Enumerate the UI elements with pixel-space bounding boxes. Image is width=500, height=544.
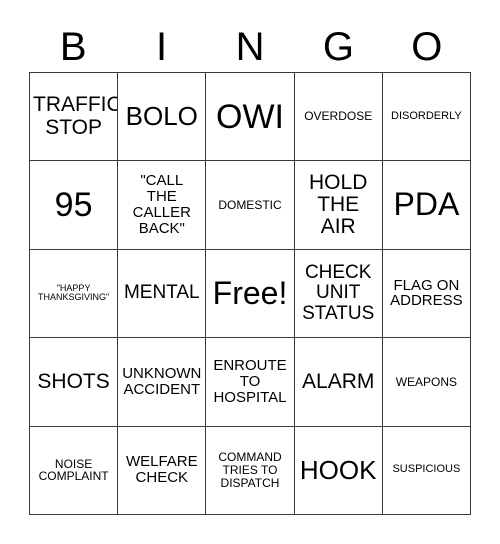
bingo-cell-g3[interactable]: CHECK UNIT STATUS — [294, 249, 383, 339]
bingo-cell-o5[interactable]: SUSPICIOUS — [382, 426, 471, 515]
bingo-card: B I N G O TRAFFIC STOP BOLO OWI OVERDOSE… — [0, 0, 500, 544]
bingo-cell-label: HOOK — [299, 454, 377, 485]
bingo-cell-n2[interactable]: DOMESTIC — [206, 161, 295, 250]
bingo-cell-b5[interactable]: NOISE COMPLAINT — [30, 426, 119, 515]
bingo-cell-b4[interactable]: SHOTS — [30, 338, 119, 427]
bingo-cell-label: OWI — [216, 97, 284, 136]
free-space-label: Free! — [212, 274, 288, 311]
bingo-cell-label: SHOTS — [37, 369, 110, 393]
bingo-cell-n1[interactable]: OWI — [206, 73, 295, 162]
bingo-cell-label: NOISE COMPLAINT — [38, 456, 109, 484]
bingo-cell-label: WEAPONS — [395, 374, 458, 389]
bingo-header: B I N G O — [29, 22, 471, 72]
bingo-cell-label: SUSPICIOUS — [392, 463, 461, 476]
bingo-cell-n5[interactable]: COMMAND TRIES TO DISPATCH — [206, 426, 295, 515]
bingo-cell-b2[interactable]: 95 — [30, 161, 119, 250]
bingo-cell-free-space[interactable]: Free! — [206, 249, 295, 339]
bingo-cell-label: UNKNOWN ACCIDENT — [122, 365, 202, 398]
bingo-cell-label: ALARM — [302, 369, 375, 393]
bingo-cell-g2[interactable]: HOLD THE AIR — [294, 161, 383, 250]
bingo-cell-o3[interactable]: FLAG ON ADDRESS — [382, 249, 471, 339]
bingo-cell-label: CHECK UNIT STATUS — [302, 262, 375, 324]
bingo-cell-label: PDA — [393, 186, 460, 223]
header-letter-i: I — [156, 25, 168, 69]
header-letter-g: G — [322, 25, 354, 69]
header-letter-o: O — [411, 25, 443, 69]
bingo-cell-o4[interactable]: WEAPONS — [382, 338, 471, 427]
bingo-cell-label: DOMESTIC — [218, 197, 282, 212]
bingo-cell-o2[interactable]: PDA — [382, 161, 471, 250]
bingo-cell-g5[interactable]: HOOK — [294, 426, 383, 515]
bingo-cell-label: TRAFFIC STOP — [33, 93, 119, 139]
bingo-cell-g1[interactable]: OVERDOSE — [294, 73, 383, 162]
header-letter-b: B — [59, 25, 87, 69]
bingo-cell-i1[interactable]: BOLO — [118, 73, 207, 162]
bingo-cell-label: MENTAL — [123, 282, 200, 304]
bingo-cell-label: OVERDOSE — [304, 109, 373, 124]
bingo-cell-label: HOLD THE AIR — [309, 170, 368, 239]
bingo-cell-i5[interactable]: WELFARE CHECK — [118, 426, 207, 515]
bingo-cell-i2[interactable]: "CALL THE CALLER BACK" — [118, 161, 207, 250]
bingo-cell-label: ENROUTE TO HOSPITAL — [213, 357, 287, 406]
bingo-cell-label: BOLO — [125, 100, 198, 131]
header-letter-n: N — [235, 25, 265, 69]
bingo-cell-o1[interactable]: DISORDERLY — [382, 73, 471, 162]
bingo-cell-b1[interactable]: TRAFFIC STOP — [30, 73, 119, 162]
bingo-cell-label: DISORDERLY — [391, 109, 462, 122]
bingo-cell-label: COMMAND TRIES TO DISPATCH — [218, 450, 282, 490]
bingo-cell-n4[interactable]: ENROUTE TO HOSPITAL — [206, 338, 295, 427]
bingo-cell-b3[interactable]: "HAPPY THANKSGIVING" — [30, 249, 119, 339]
bingo-cell-label: 95 — [54, 186, 93, 225]
bingo-cell-label: WELFARE CHECK — [125, 453, 198, 487]
bingo-cell-i4[interactable]: UNKNOWN ACCIDENT — [118, 338, 207, 427]
bingo-cell-g4[interactable]: ALARM — [294, 338, 383, 427]
bingo-grid: TRAFFIC STOP BOLO OWI OVERDOSE DISORDERL… — [29, 72, 471, 515]
bingo-cell-i3[interactable]: MENTAL — [118, 249, 207, 339]
bingo-cell-label: "CALL THE CALLER BACK" — [132, 172, 191, 237]
bingo-cell-label: FLAG ON ADDRESS — [390, 276, 463, 310]
bingo-cell-label: "HAPPY THANKSGIVING" — [37, 282, 110, 303]
